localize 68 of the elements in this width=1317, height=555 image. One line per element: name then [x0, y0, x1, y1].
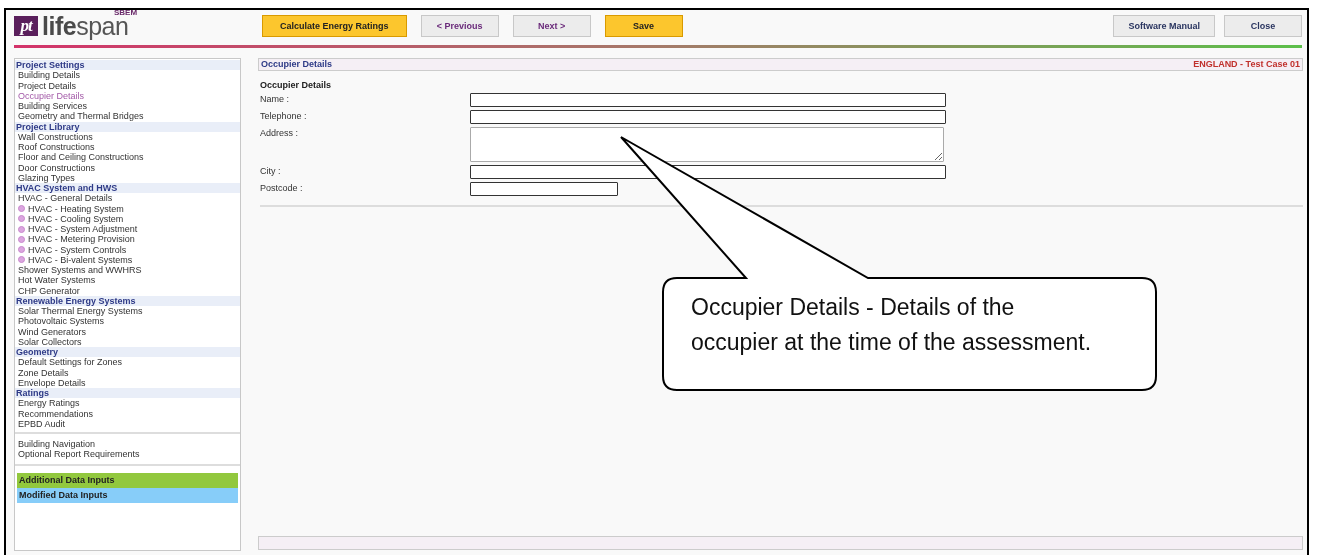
sidebar-item[interactable]: HVAC - Metering Provision — [15, 234, 240, 245]
nav-button[interactable]: Software Manual — [1113, 15, 1215, 37]
circle-icon — [18, 256, 25, 264]
sidebar-item[interactable]: Roof Constructions — [15, 142, 240, 153]
logo-mark: pt — [14, 16, 38, 36]
field-label: Name : — [260, 93, 290, 106]
logo-label: SBEM — [114, 8, 138, 17]
circle-icon — [18, 205, 25, 213]
field-label: Telephone : — [260, 110, 308, 123]
input-field[interactable] — [470, 165, 946, 179]
sidebar-item[interactable]: Zone Details — [15, 367, 240, 378]
sidebar-item[interactable]: Building Details — [15, 70, 240, 81]
sidebar-item[interactable]: Hot Water Systems — [15, 275, 240, 286]
sidebar-item[interactable]: Occupier Details — [15, 90, 240, 101]
sidebar-item[interactable]: Floor and Ceiling Constructions — [15, 152, 240, 163]
callout-text: Occupier Details - Details of the occupier at the time of the assessment. — [691, 293, 1093, 357]
sidebar-item[interactable]: Building Navigation — [15, 439, 240, 450]
sidebar-section-header: Renewable Energy Systems — [15, 295, 240, 306]
sidebar-item[interactable]: Glazing Types — [15, 172, 240, 183]
sidebar-item[interactable]: EPBD Audit — [15, 418, 240, 429]
legend-label: Additional Data Inputs — [17, 472, 238, 488]
field-label: Address : — [260, 127, 300, 140]
sidebar-item[interactable]: Project Details — [15, 80, 240, 91]
sidebar-section-header: Project Library — [15, 121, 240, 132]
field-label: Postcode : — [260, 182, 304, 195]
project-name: ENGLAND - Test Case 01 — [1193, 59, 1300, 70]
sidebar-item[interactable]: HVAC - Bi-valent Systems — [15, 254, 240, 265]
input-field[interactable] — [470, 110, 946, 124]
circle-icon — [18, 235, 25, 243]
action-button[interactable]: Save — [604, 15, 683, 37]
sidebar-section-header: HVAC System and HWS — [15, 183, 240, 194]
sidebar-item[interactable]: HVAC - Cooling System — [15, 213, 240, 224]
sidebar-item[interactable]: Energy Ratings — [15, 398, 240, 409]
sidebar-item[interactable]: Solar Collectors — [15, 336, 240, 347]
sidebar-item[interactable]: HVAC - Heating System — [15, 203, 240, 214]
sidebar-item[interactable]: HVAC - System Adjustment — [15, 224, 240, 235]
circle-icon — [18, 246, 25, 254]
sidebar-item[interactable]: Optional Report Requirements — [15, 449, 240, 460]
sidebar-item[interactable]: HVAC - System Controls — [15, 244, 240, 255]
sidebar-item[interactable]: Recommendations — [15, 408, 240, 419]
sidebar-item[interactable]: Shower Systems and WWHRS — [15, 265, 240, 276]
input-field[interactable] — [470, 182, 618, 196]
sidebar-item[interactable]: Building Services — [15, 101, 240, 112]
nav-button[interactable]: Close — [1224, 15, 1302, 37]
nav-button[interactable]: < Previous — [420, 15, 499, 37]
action-button[interactable]: Calculate Energy Ratings — [262, 15, 407, 37]
input-field[interactable] — [470, 127, 944, 162]
circle-icon — [18, 215, 25, 223]
sidebar-section-header: Ratings — [15, 388, 240, 399]
form-title: Occupier Details — [260, 80, 333, 90]
logo-text: lifespan — [42, 14, 129, 38]
sidebar-section-header: Geometry — [15, 347, 240, 358]
sidebar-item[interactable]: Solar Thermal Energy Systems — [15, 306, 240, 317]
section-title: Occupier Details — [261, 59, 333, 70]
sidebar-item[interactable]: Default Settings for Zones — [15, 357, 240, 368]
sidebar-item[interactable]: Photovoltaic Systems — [15, 316, 240, 327]
sidebar-item[interactable]: Door Constructions — [15, 162, 240, 173]
input-field[interactable] — [470, 93, 946, 107]
sidebar-item[interactable]: Wall Constructions — [15, 131, 240, 142]
field-label: City : — [260, 165, 282, 178]
circle-icon — [18, 225, 25, 233]
sidebar-item[interactable]: CHP Generator — [15, 285, 240, 296]
sidebar-item[interactable]: Wind Generators — [15, 326, 240, 337]
sidebar-item[interactable]: Geometry and Thermal Bridges — [15, 111, 240, 122]
nav-button[interactable]: Next > — [512, 15, 591, 37]
sidebar-item[interactable]: HVAC - General Details — [15, 193, 240, 204]
sidebar-section-header: Project Settings — [15, 60, 240, 71]
sidebar-item[interactable]: Envelope Details — [15, 377, 240, 388]
